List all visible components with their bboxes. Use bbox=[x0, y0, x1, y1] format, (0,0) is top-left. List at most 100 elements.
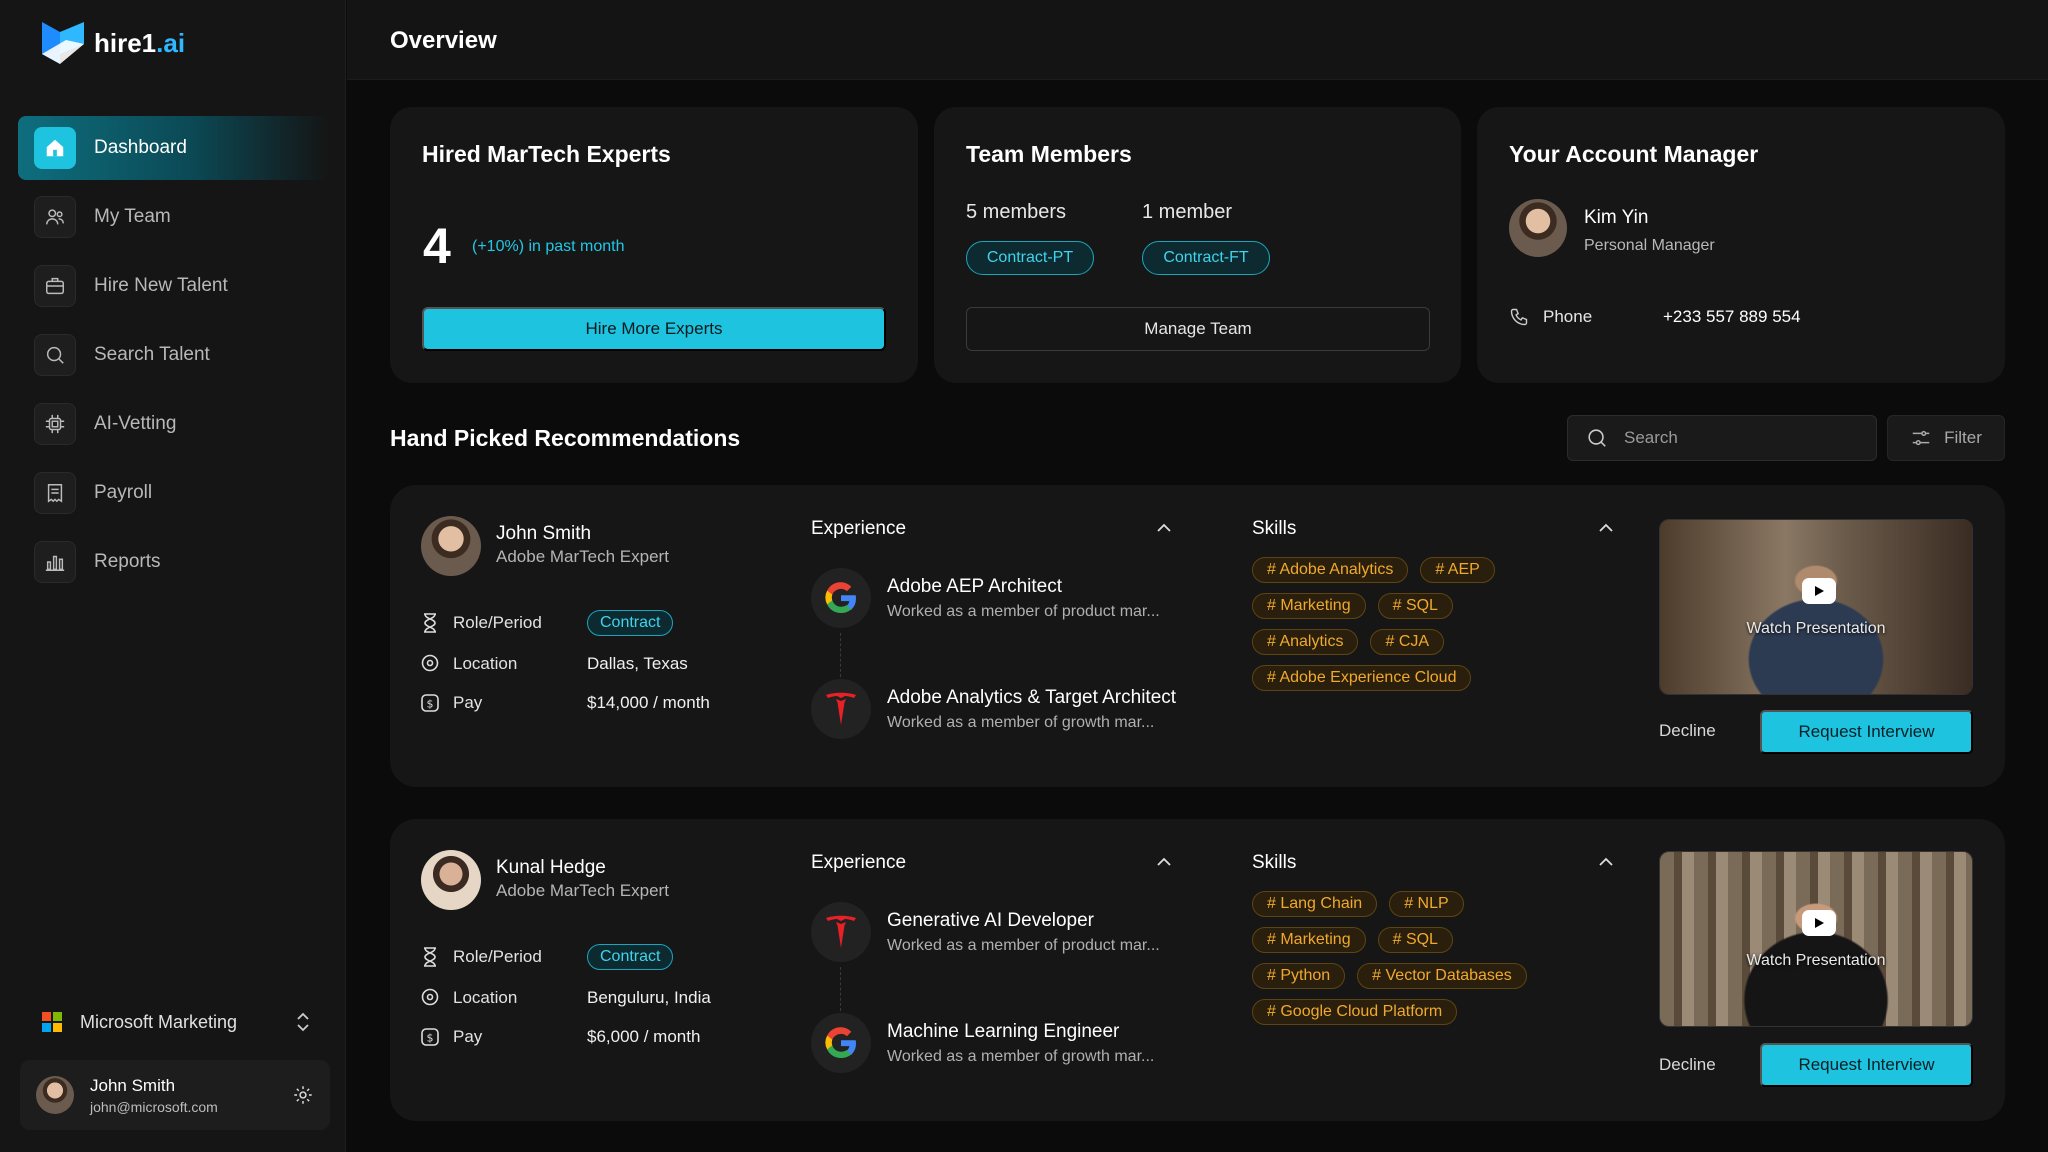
phone-number[interactable]: +233 557 889 554 bbox=[1663, 307, 1801, 327]
skill-tag[interactable]: # CJA bbox=[1370, 629, 1445, 655]
contract-ft-badge[interactable]: Contract-FT bbox=[1142, 241, 1270, 275]
org-switcher[interactable]: Microsoft Marketing bbox=[42, 1002, 312, 1042]
user-name: John Smith bbox=[90, 1075, 176, 1095]
tesla-icon bbox=[811, 902, 871, 962]
candidate-title: Adobe MarTech Expert bbox=[496, 881, 669, 900]
sidebar-item-search-talent[interactable]: Search Talent bbox=[18, 323, 328, 387]
experience-item: Machine Learning Engineer Worked as a me… bbox=[811, 1013, 1154, 1073]
chevron-up-icon[interactable] bbox=[1154, 852, 1174, 872]
decline-button[interactable]: Decline bbox=[1659, 1055, 1716, 1075]
hire-more-experts-button[interactable]: Hire More Experts bbox=[422, 307, 886, 351]
candidate-name[interactable]: John Smith bbox=[496, 523, 591, 545]
candidate-avatar bbox=[421, 850, 481, 910]
dollar-icon: $ bbox=[421, 1028, 439, 1046]
filter-label: Filter bbox=[1944, 428, 1982, 447]
svg-text:$: $ bbox=[427, 698, 434, 711]
chevron-up-icon[interactable] bbox=[1154, 518, 1174, 538]
search-input[interactable] bbox=[1624, 428, 1854, 448]
sidebar-item-hire-new-talent[interactable]: Hire New Talent bbox=[18, 254, 328, 318]
user-email: john@microsoft.com bbox=[90, 1098, 218, 1115]
skill-tag[interactable]: # SQL bbox=[1377, 927, 1453, 953]
skill-tag[interactable]: # NLP bbox=[1389, 891, 1464, 917]
decline-button[interactable]: Decline bbox=[1659, 721, 1716, 741]
pay-value: $14,000 / month bbox=[587, 693, 710, 712]
experience-desc: Worked as a member of growth mar... bbox=[887, 713, 1155, 731]
chip-icon bbox=[34, 403, 76, 445]
experience-heading: Experience bbox=[811, 852, 907, 873]
request-interview-button[interactable]: Request Interview bbox=[1760, 710, 1973, 754]
sidebar-item-payroll[interactable]: Payroll bbox=[18, 461, 328, 525]
user-profile-card[interactable]: John Smith john@microsoft.com bbox=[20, 1060, 330, 1130]
contract-badge: Contract bbox=[587, 610, 674, 636]
skill-tag[interactable]: # SQL bbox=[1377, 593, 1453, 619]
search-box[interactable] bbox=[1567, 415, 1877, 461]
avatar bbox=[36, 1076, 74, 1114]
manager-name: Kim Yin bbox=[1584, 207, 1649, 228]
play-icon[interactable] bbox=[1802, 910, 1836, 936]
skill-tag[interactable]: # Marketing bbox=[1252, 927, 1366, 953]
contract-pt-badge[interactable]: Contract-PT bbox=[966, 241, 1094, 275]
sidebar-nav: Dashboard My Team Hire New Talent Search… bbox=[18, 116, 328, 599]
gear-icon[interactable] bbox=[292, 1084, 314, 1106]
skill-tag[interactable]: # Lang Chain bbox=[1252, 891, 1378, 917]
team-icon bbox=[34, 196, 76, 238]
search-icon bbox=[34, 334, 76, 376]
manage-team-button[interactable]: Manage Team bbox=[966, 307, 1430, 351]
member-count-pt: 5 members bbox=[966, 201, 1067, 223]
skill-tag[interactable]: # Python bbox=[1252, 963, 1346, 989]
video-thumbnail bbox=[1660, 852, 1972, 1026]
experience-item: Generative AI Developer Worked as a memb… bbox=[811, 902, 1160, 962]
search-icon bbox=[1588, 429, 1606, 447]
skill-tag[interactable]: # Google Cloud Platform bbox=[1252, 999, 1458, 1025]
timeline-connector bbox=[840, 633, 841, 677]
location-label: Location bbox=[453, 654, 518, 673]
presentation-video[interactable]: Watch Presentation bbox=[1659, 851, 1973, 1027]
sidebar-item-reports[interactable]: Reports bbox=[18, 530, 328, 594]
candidate-name[interactable]: Kunal Hedge bbox=[496, 857, 606, 879]
play-icon[interactable] bbox=[1802, 578, 1836, 604]
skill-tag[interactable]: # AEP bbox=[1420, 557, 1495, 583]
candidate-card: Kunal Hedge Adobe MarTech Expert Role/Pe… bbox=[390, 819, 2005, 1121]
skill-tag[interactable]: # Marketing bbox=[1252, 593, 1366, 619]
skills-heading: Skills bbox=[1252, 518, 1297, 539]
watch-presentation-label: Watch Presentation bbox=[1746, 620, 1886, 637]
recommendations-title: Hand Picked Recommendations bbox=[390, 425, 741, 451]
sidebar-item-my-team[interactable]: My Team bbox=[18, 185, 328, 249]
sidebar-item-dashboard[interactable]: Dashboard bbox=[18, 116, 328, 180]
page-title: Overview bbox=[390, 27, 497, 54]
account-manager-card: Your Account Manager Kim Yin Personal Ma… bbox=[1477, 107, 2005, 383]
role-label: Role/Period bbox=[453, 947, 542, 966]
phone-label: Phone bbox=[1543, 307, 1593, 326]
card-title: Hired MarTech Experts bbox=[422, 141, 671, 167]
svg-text:$: $ bbox=[427, 1032, 434, 1045]
google-icon bbox=[811, 1013, 871, 1073]
filter-button[interactable]: Filter bbox=[1887, 415, 2005, 461]
experience-desc: Worked as a member of product mar... bbox=[887, 602, 1160, 620]
experience-desc: Worked as a member of growth mar... bbox=[887, 1047, 1155, 1065]
location-value: Dallas, Texas bbox=[587, 654, 688, 673]
chevron-up-icon[interactable] bbox=[1596, 518, 1616, 538]
team-members-card: Team Members 5 members Contract-PT 1 mem… bbox=[934, 107, 1461, 383]
request-interview-button[interactable]: Request Interview bbox=[1760, 1043, 1973, 1087]
sidebar-item-ai-vetting[interactable]: AI-Vetting bbox=[18, 392, 328, 456]
card-title: Your Account Manager bbox=[1509, 141, 1759, 167]
role-row: Role/Period Contract bbox=[421, 944, 674, 970]
video-thumbnail bbox=[1660, 520, 1972, 694]
watch-presentation-label: Watch Presentation bbox=[1746, 952, 1886, 969]
location-pin-icon bbox=[421, 988, 439, 1006]
manager-avatar bbox=[1509, 199, 1567, 257]
skill-tag[interactable]: # Adobe Analytics bbox=[1252, 557, 1409, 583]
experience-title: Generative AI Developer bbox=[887, 909, 1095, 931]
location-row: Location Benguluru, India bbox=[421, 985, 711, 1011]
hired-count: 4 bbox=[423, 218, 451, 274]
skill-tag[interactable]: # Vector Databases bbox=[1357, 963, 1527, 989]
presentation-video[interactable]: Watch Presentation bbox=[1659, 519, 1973, 695]
hourglass-icon bbox=[424, 613, 436, 633]
skill-tag[interactable]: # Analytics bbox=[1252, 629, 1359, 655]
chevron-up-icon[interactable] bbox=[1596, 852, 1616, 872]
skill-tag[interactable]: # Adobe Experience Cloud bbox=[1252, 665, 1472, 691]
sidebar-item-label: Hire New Talent bbox=[94, 275, 228, 296]
location-row: Location Dallas, Texas bbox=[421, 651, 688, 677]
sidebar-item-label: Payroll bbox=[94, 482, 153, 503]
brand-logo[interactable]: hire1.ai bbox=[42, 22, 185, 64]
